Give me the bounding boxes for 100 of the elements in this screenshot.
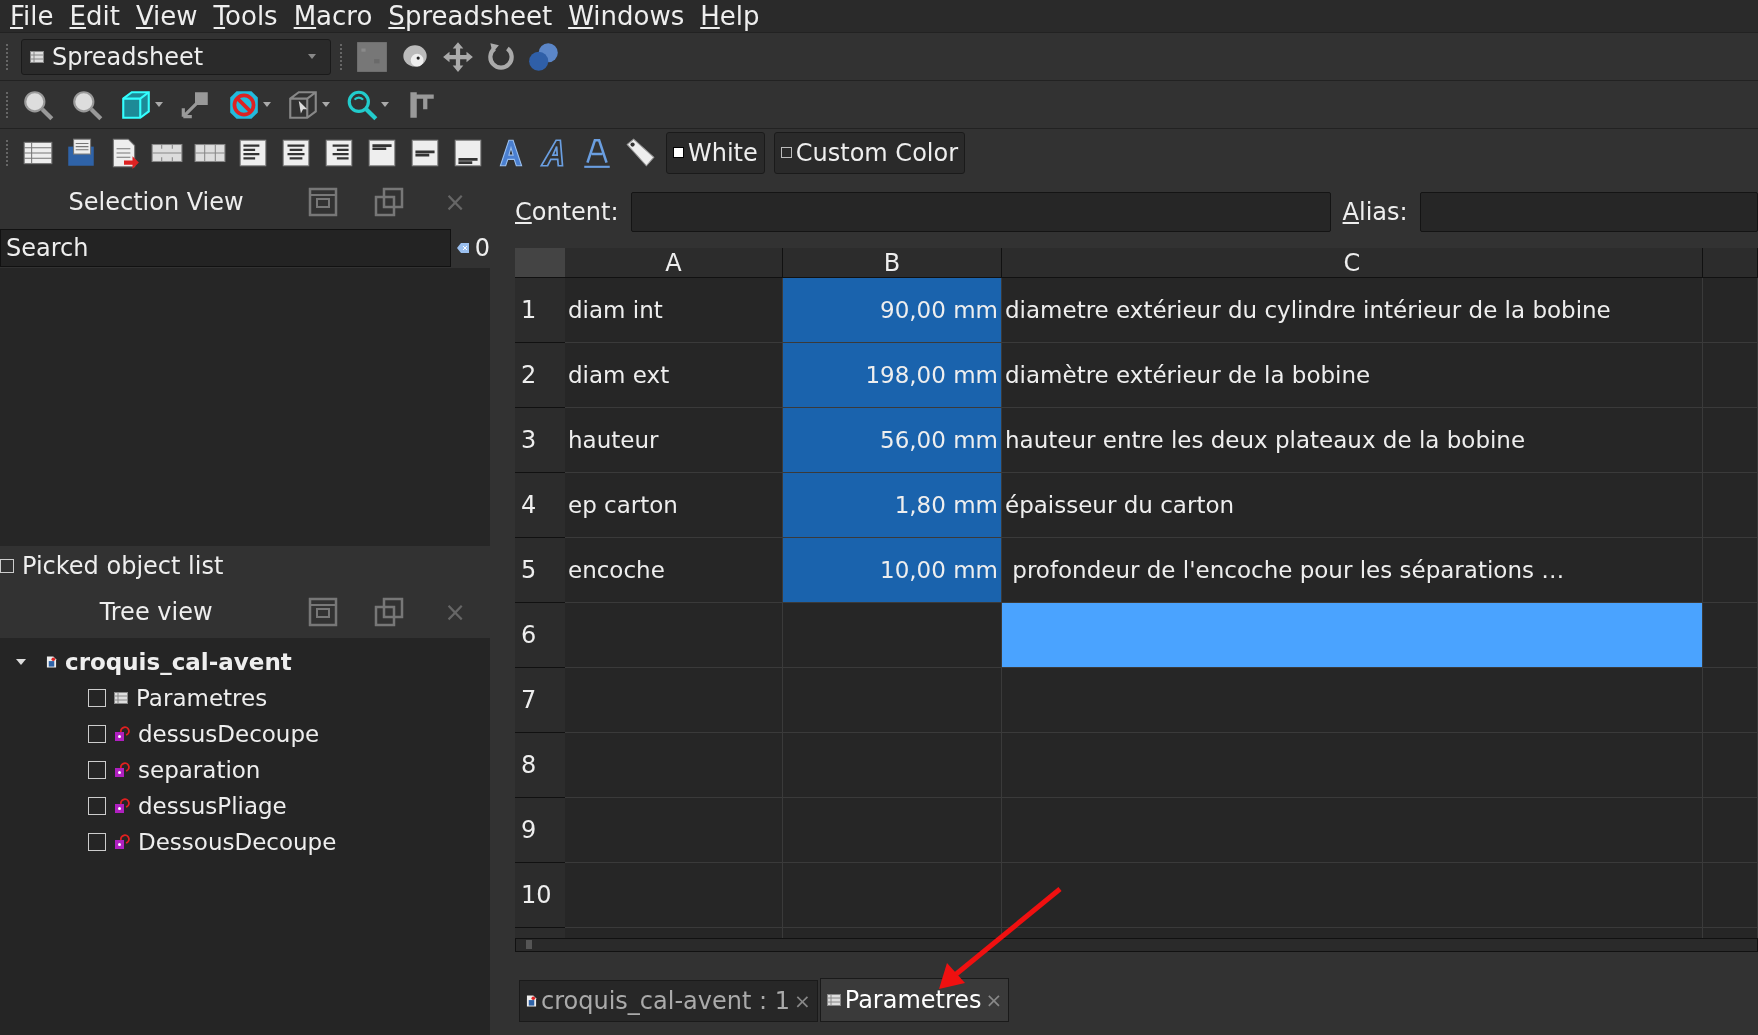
table-cell[interactable]: diamètre extérieur de la bobine xyxy=(1002,343,1703,408)
table-cell[interactable] xyxy=(1002,863,1703,928)
search-field[interactable]: Search xyxy=(0,229,451,267)
color-button[interactable]: Custom Color xyxy=(773,131,966,174)
caret-icon[interactable] xyxy=(322,102,330,107)
tree-item-label: dessusDecoupe xyxy=(138,721,320,747)
checkbox[interactable] xyxy=(88,725,106,743)
checkbox[interactable] xyxy=(88,689,106,707)
table-cell[interactable]: diametre extérieur du cylindre intérieur de la bobine xyxy=(1002,278,1703,343)
table-cell[interactable] xyxy=(1703,278,1758,343)
spreadsheet-icon xyxy=(114,692,128,704)
document-icon xyxy=(526,994,537,1008)
column-header[interactable]: A xyxy=(565,248,783,278)
table-cell[interactable] xyxy=(783,668,1002,733)
table-cell[interactable] xyxy=(565,733,783,798)
table-cell[interactable] xyxy=(565,603,783,668)
field-label: Content: xyxy=(515,198,619,226)
tree-item[interactable]: Parametres xyxy=(0,680,490,716)
table-cell[interactable] xyxy=(1002,603,1703,668)
linked-part-icon xyxy=(114,834,130,850)
menu-item[interactable]: Help xyxy=(700,1,760,31)
table-cell[interactable]: hauteur entre les deux plateaux de la bobine xyxy=(1002,408,1703,473)
tree-item[interactable]: dessusPliage xyxy=(0,788,490,824)
menu-item[interactable]: Tools xyxy=(213,1,278,31)
horizontal-scrollbar[interactable] xyxy=(515,938,1758,952)
row-header[interactable]: 1 xyxy=(515,278,565,343)
table-cell[interactable]: 1,80 mm xyxy=(783,473,1002,538)
row-header[interactable]: 8 xyxy=(515,733,565,798)
clear-icon[interactable] xyxy=(456,243,469,253)
checkbox[interactable] xyxy=(0,559,14,573)
tab-close-button[interactable]: × xyxy=(794,989,811,1013)
row-header[interactable]: 4 xyxy=(515,473,565,538)
tree-item[interactable]: dessusDecoupe xyxy=(0,716,490,752)
spreadsheet-icon xyxy=(826,994,841,1006)
caret-icon[interactable] xyxy=(381,102,389,107)
float-panel-icon[interactable] xyxy=(308,597,339,627)
linked-part-icon xyxy=(114,726,130,742)
checkbox[interactable] xyxy=(88,761,106,779)
document-tab[interactable]: Parametres × xyxy=(819,978,1010,1022)
table-cell[interactable] xyxy=(565,798,783,863)
menu-item[interactable]: Macro xyxy=(293,1,373,31)
float-panel-icon[interactable] xyxy=(308,187,339,217)
spreadsheet-icon xyxy=(30,50,44,63)
menu-item[interactable]: Spreadsheet xyxy=(388,1,553,31)
tree-item-label: DessousDecoupe xyxy=(138,829,337,855)
color-button[interactable]: White xyxy=(666,131,765,174)
caret-icon[interactable] xyxy=(155,102,163,107)
restore-icon[interactable] xyxy=(374,187,405,217)
tree-item-label: Parametres xyxy=(136,685,268,711)
menu-item[interactable]: Edit xyxy=(69,1,120,31)
column-header[interactable]: C xyxy=(1002,248,1703,278)
checkbox-label: Picked object list xyxy=(22,552,224,580)
row-header[interactable]: 3 xyxy=(515,408,565,473)
table-cell[interactable] xyxy=(1002,668,1703,733)
caret-icon[interactable] xyxy=(308,54,316,59)
restore-icon[interactable] xyxy=(374,597,405,627)
table-cell[interactable]: épaisseur du carton xyxy=(1002,473,1703,538)
checkbox[interactable] xyxy=(88,833,106,851)
tag-icon[interactable] xyxy=(623,135,657,170)
row-header[interactable]: 10 xyxy=(515,863,565,928)
menu-item[interactable]: Windows xyxy=(568,1,685,31)
alias-field[interactable] xyxy=(1419,192,1758,232)
workbench-dropdown[interactable]: Spreadsheet xyxy=(21,38,331,75)
tree-item-label: separation xyxy=(138,757,261,783)
content-field[interactable] xyxy=(630,192,1331,232)
linked-part-icon xyxy=(114,798,130,814)
caret-icon[interactable] xyxy=(263,102,271,107)
row-header[interactable]: 5 xyxy=(515,538,565,603)
table-cell[interactable] xyxy=(565,668,783,733)
expand-arrow-icon[interactable] xyxy=(16,657,26,667)
menu-item[interactable]: View xyxy=(135,1,198,31)
linked-part-icon xyxy=(114,762,130,778)
tree-item-label: croquis_cal-avent xyxy=(65,649,292,675)
panel-title: Tree view xyxy=(98,598,214,626)
result-count: 0 xyxy=(474,234,490,262)
document-icon xyxy=(46,655,57,669)
menu-item[interactable]: File xyxy=(10,1,54,31)
table-cell[interactable] xyxy=(1703,668,1758,733)
corner-header[interactable] xyxy=(515,248,565,278)
table-cell[interactable]: 56,00 mm xyxy=(783,408,1002,473)
table-cell[interactable]: 90,00 mm xyxy=(783,278,1002,343)
row-header[interactable]: 9 xyxy=(515,798,565,863)
checkbox[interactable] xyxy=(88,797,106,815)
panel-title: Selection View xyxy=(67,188,245,216)
table-cell[interactable] xyxy=(565,863,783,928)
row-header[interactable]: 7 xyxy=(515,668,565,733)
row-header[interactable]: 2 xyxy=(515,343,565,408)
table-cell[interactable] xyxy=(1703,603,1758,668)
row-header[interactable]: 6 xyxy=(515,603,565,668)
texture-swatch-icon[interactable] xyxy=(355,39,389,74)
column-header[interactable]: B xyxy=(783,248,1002,278)
field-label: Alias: xyxy=(1342,198,1408,226)
table-cell[interactable]: 10,00 mm xyxy=(783,538,1002,603)
tree-item-label: dessusPliage xyxy=(138,793,287,819)
table-cell[interactable]: 198,00 mm xyxy=(783,343,1002,408)
tree-item[interactable]: separation xyxy=(0,752,490,788)
table-cell[interactable] xyxy=(1703,538,1758,603)
tree-item[interactable]: DessousDecoupe xyxy=(0,824,490,860)
tree-item[interactable]: croquis_cal-avent xyxy=(0,644,490,680)
document-tab[interactable]: croquis_cal-avent : 1 × xyxy=(519,980,818,1022)
